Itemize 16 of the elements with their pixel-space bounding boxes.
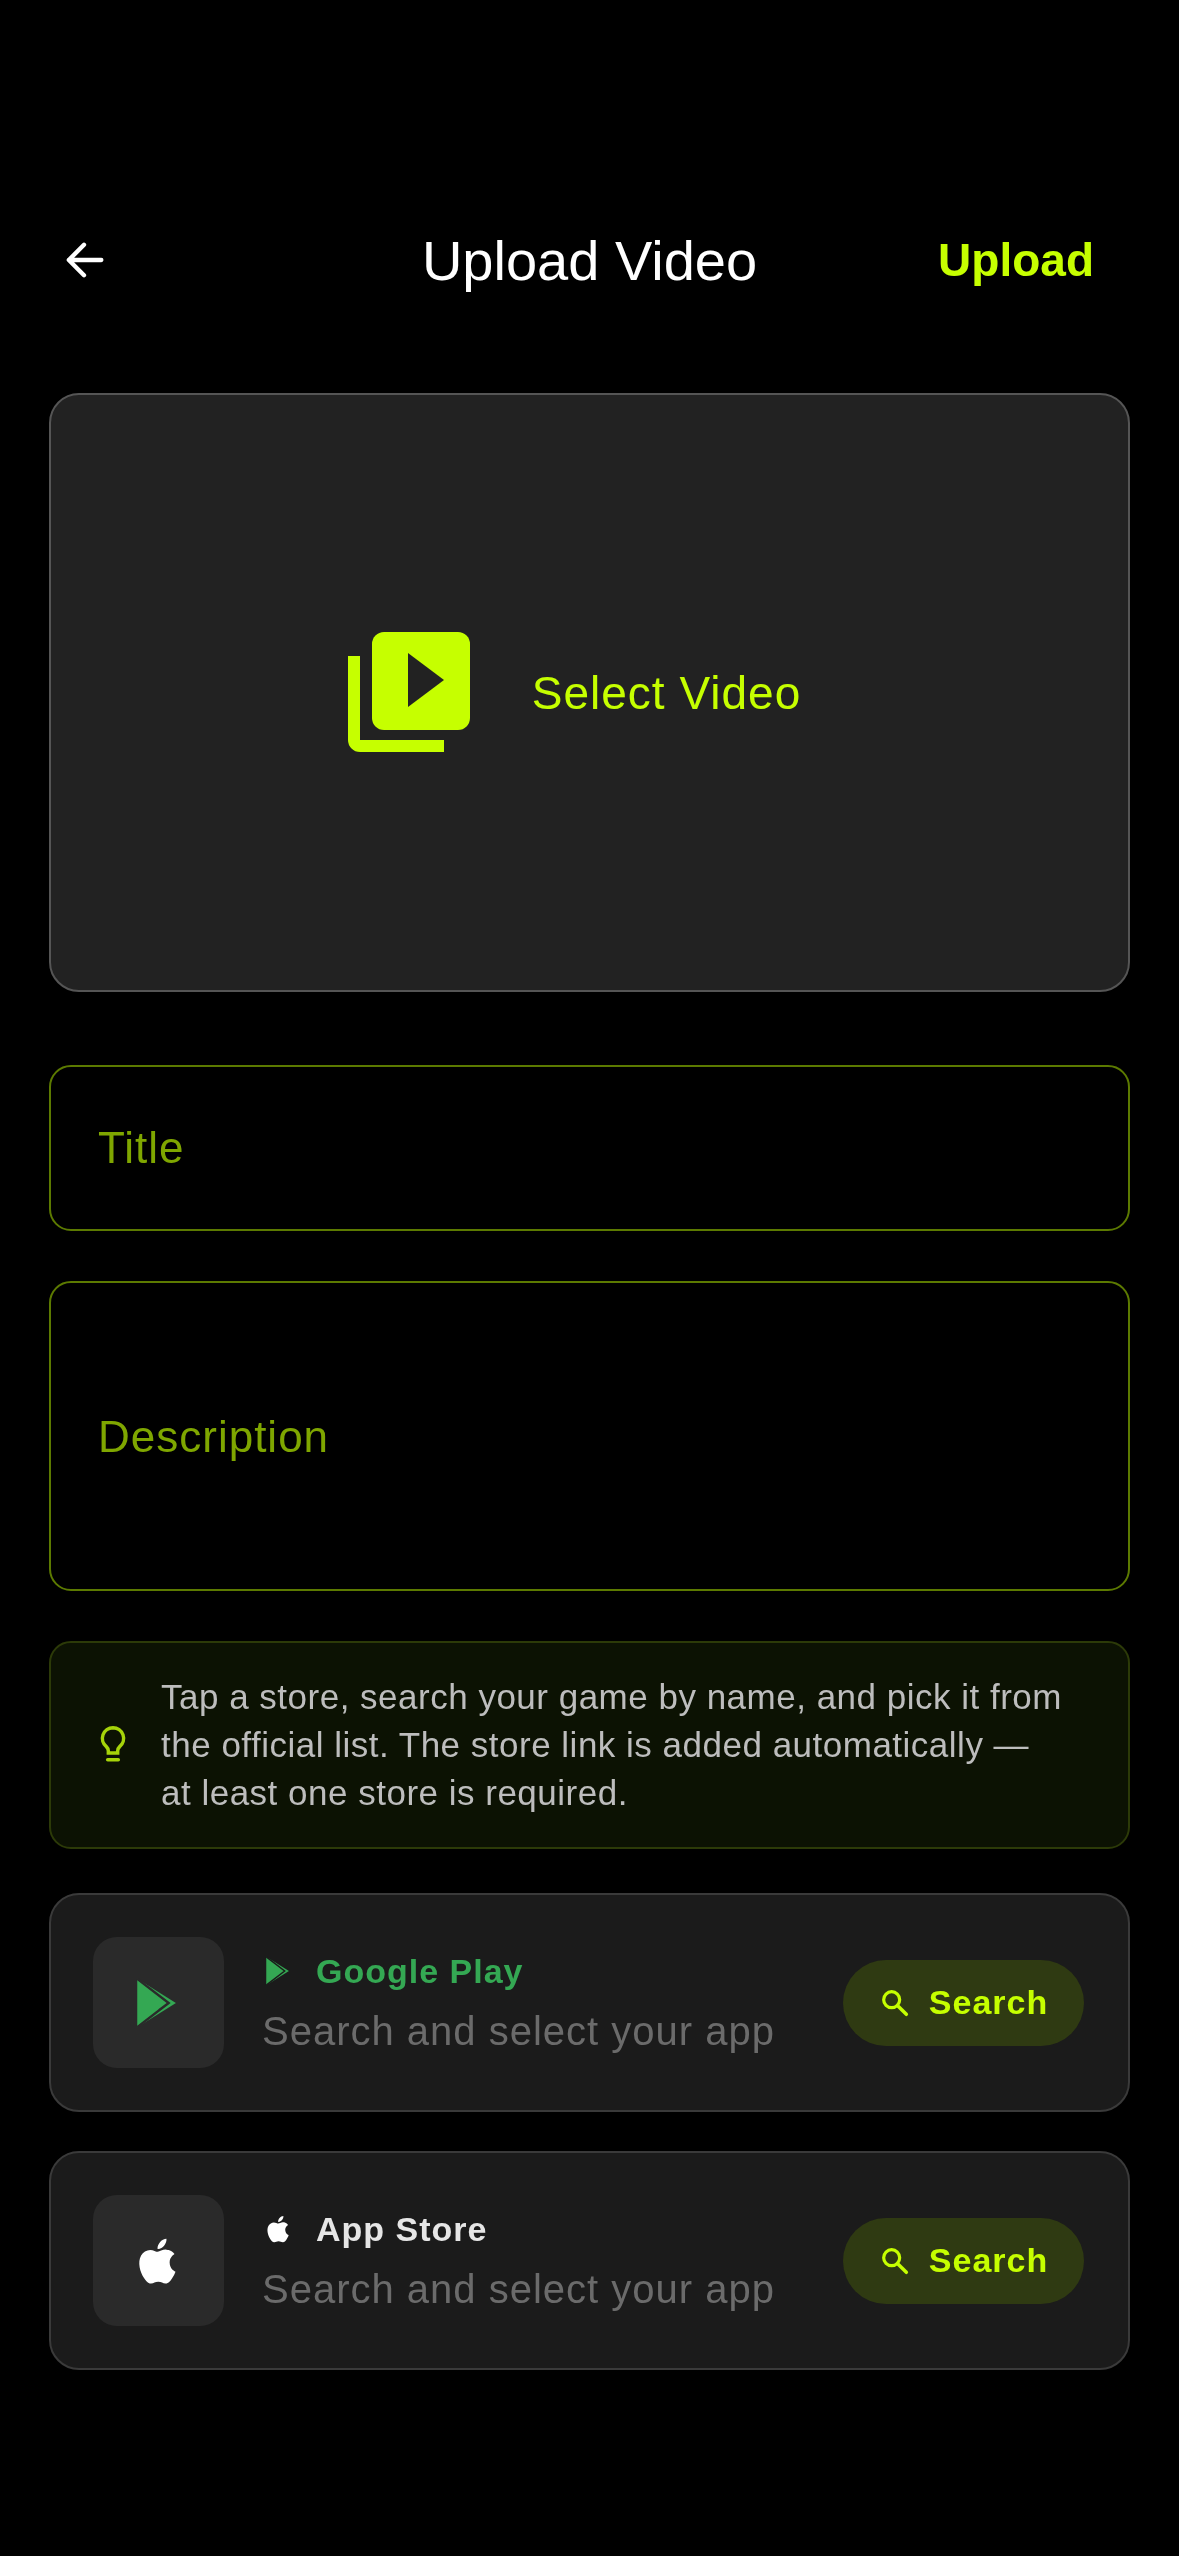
search-button[interactable]: Search: [843, 2217, 1084, 2304]
hint-text: Tap a store, search your game by name, and pick it from the official list. The store link is added automatically — at least one store is required.: [161, 1676, 1063, 1814]
upload-button[interactable]: Upload: [938, 233, 1094, 287]
video-library-icon: [347, 631, 470, 754]
store-name: Google Play: [316, 1951, 524, 1991]
play-store-tile-icon: [93, 1937, 224, 2068]
apple-tile-icon: [93, 2195, 224, 2326]
description-field[interactable]: Description: [49, 1281, 1130, 1591]
store-subtitle: Search and select your app: [262, 2008, 776, 2054]
title-field[interactable]: Title: [49, 1065, 1130, 1231]
screen-title: Upload Video: [421, 227, 758, 293]
store-subtitle: Search and select your app: [262, 2266, 776, 2312]
select-video-label: Select Video: [531, 665, 802, 720]
select-video-card[interactable]: Select Video: [49, 393, 1130, 992]
store-name: App Store: [316, 2209, 488, 2249]
search-button[interactable]: Search: [843, 1959, 1084, 2046]
